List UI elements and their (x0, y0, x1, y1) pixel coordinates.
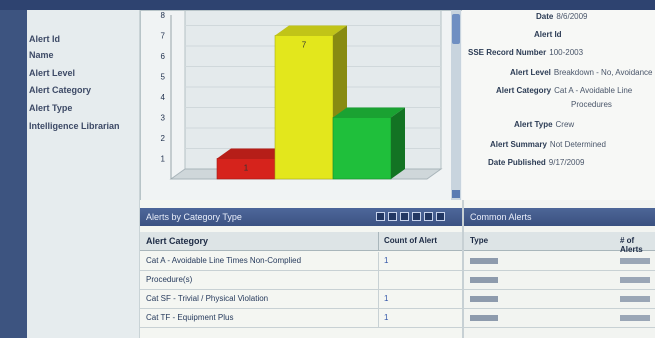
alerts-table-header: Alert Category Count of Alert (140, 232, 462, 251)
detail-value: Cat A - Avoidable Line (554, 86, 633, 95)
column-header-type[interactable]: Type (470, 236, 488, 245)
chart-data-label: 7 (302, 41, 307, 50)
chart-y-tick-label: 4 (161, 93, 166, 102)
alerts-chart-panel: 1 2 3 4 5 6 7 8 1 7 (140, 10, 464, 202)
chart-scroll-thumb[interactable] (452, 14, 460, 44)
table-row[interactable]: Cat A - Avoidable Line Times Non-Complie… (140, 252, 462, 271)
alerts-bar-chart: 1 2 3 4 5 6 7 8 1 7 (161, 11, 443, 180)
row-count[interactable]: 1 (384, 256, 388, 265)
redacted-cell (620, 258, 650, 264)
column-divider (378, 271, 379, 289)
chart-y-tick-label: 2 (161, 134, 166, 143)
maximize-icon[interactable] (424, 212, 433, 221)
detail-value: Procedures (571, 100, 612, 109)
table-row[interactable]: Cat SF - Trivial / Physical Violation 1 (140, 290, 462, 309)
column-divider (378, 309, 379, 327)
row-category[interactable]: Cat SF - Trivial / Physical Violation (146, 294, 268, 303)
common-alerts-header: Common Alerts (464, 208, 655, 226)
detail-label: Alert Id (534, 30, 562, 39)
filter-item-alert-level[interactable]: Alert Level (29, 68, 75, 78)
chart-y-tick-label: 6 (161, 52, 166, 61)
column-header-category[interactable]: Alert Category (146, 236, 208, 246)
detail-row-alert-level: Alert Level Breakdown - No, Avoidance (510, 68, 652, 77)
detail-label: Date Published (488, 158, 546, 167)
chart-scrollbar[interactable] (451, 10, 461, 200)
table-row[interactable] (464, 290, 655, 309)
alert-detail-panel: Date 8/6/2009 Alert Id SSE Record Number 1… (462, 10, 655, 200)
filter-item-alert-category[interactable]: Alert Category (29, 85, 91, 95)
detail-value: 8/6/2009 (556, 12, 588, 21)
chart-y-tick-label: 7 (161, 32, 166, 41)
common-alerts-title: Common Alerts (470, 212, 532, 222)
top-bar (0, 0, 655, 10)
detail-row-date: Date 8/6/2009 (536, 12, 587, 21)
table-row[interactable] (464, 271, 655, 290)
chart-scroll-down-icon[interactable] (452, 190, 460, 198)
row-category[interactable]: Cat A - Avoidable Line Times Non-Complie… (146, 256, 301, 265)
minimize-icon[interactable] (412, 212, 421, 221)
chart-y-tick-label: 5 (161, 73, 166, 82)
detail-label: Alert Summary (490, 140, 547, 149)
chart-bar (274, 35, 334, 180)
chart-y-tick-label: 3 (161, 114, 166, 123)
detail-label: Alert Type (514, 120, 553, 129)
detail-value: 9/17/2009 (548, 158, 585, 167)
alerts-by-category-panel: Alerts by Category Type Alert Category C… (140, 200, 464, 338)
detail-value: Breakdown - No, Avoidance (553, 68, 653, 77)
close-icon[interactable] (436, 212, 445, 221)
redacted-cell (470, 258, 498, 264)
detail-row-alert-category: Alert Category Cat A - Avoidable Line (496, 86, 632, 95)
detail-row-sse-record: SSE Record Number 100-2003 (468, 48, 583, 57)
row-count[interactable]: 1 (384, 294, 388, 303)
filter-item-name[interactable]: Name (29, 50, 54, 60)
chart-y-tick-label: 1 (161, 155, 166, 164)
left-margin-strip (0, 10, 27, 338)
detail-row-date-published: Date Published 9/17/2009 (488, 158, 584, 167)
alerts-by-category-title: Alerts by Category Type (146, 212, 242, 222)
detail-value: 100-2003 (549, 48, 584, 57)
detail-value: Not Determined (549, 140, 606, 149)
filter-panel: Alert Id Name Alert Level Alert Category… (27, 10, 141, 338)
column-divider (378, 252, 379, 270)
redacted-cell (620, 277, 650, 283)
column-header-count[interactable]: Count of Alert (384, 236, 437, 245)
redacted-cell (470, 315, 498, 321)
detail-label: Alert Category (496, 86, 552, 95)
filter-item-alert-id[interactable]: Alert Id (29, 34, 60, 44)
export-icon[interactable] (388, 212, 397, 221)
filter-item-alert-type[interactable]: Alert Type (29, 103, 72, 113)
redacted-cell (620, 296, 650, 302)
redacted-cell (470, 296, 498, 302)
alerts-by-category-header: Alerts by Category Type (140, 208, 462, 226)
detail-row-alert-summary: Alert Summary Not Determined (490, 140, 606, 149)
chart-bar (332, 117, 392, 180)
column-divider (378, 290, 379, 308)
common-alerts-table-header: Type # of Alerts (464, 232, 655, 254)
row-count[interactable]: 1 (384, 313, 388, 322)
redacted-cell (620, 315, 650, 321)
redacted-cell (470, 277, 498, 283)
table-row[interactable]: Procedure(s) (140, 271, 462, 290)
table-row[interactable]: Cat TF - Equipment Plus 1 (140, 309, 462, 328)
filter-item-intelligence-librarian[interactable]: Intelligence Librarian (29, 121, 120, 131)
detail-label: Alert Level (510, 68, 551, 77)
column-divider (378, 232, 379, 250)
print-icon[interactable] (400, 212, 409, 221)
row-category[interactable]: Cat TF - Equipment Plus (146, 313, 233, 322)
row-category[interactable]: Procedure(s) (146, 275, 192, 284)
chart-data-label: 1 (244, 164, 249, 173)
detail-row-category-cont: Procedures (568, 100, 612, 109)
chart-y-tick-label: 8 (161, 11, 166, 20)
table-row[interactable] (464, 252, 655, 271)
detail-row-alert-id: Alert Id (534, 30, 565, 39)
common-alerts-panel: Common Alerts Type # of Alerts (464, 200, 655, 338)
refresh-icon[interactable] (376, 212, 385, 221)
detail-label: Date (536, 12, 554, 21)
detail-row-alert-type: Alert Type Crew (514, 120, 574, 129)
chart-bar-side (391, 107, 405, 179)
detail-value: Crew (555, 120, 575, 129)
detail-label: SSE Record Number (468, 48, 547, 57)
table-row[interactable] (464, 309, 655, 328)
